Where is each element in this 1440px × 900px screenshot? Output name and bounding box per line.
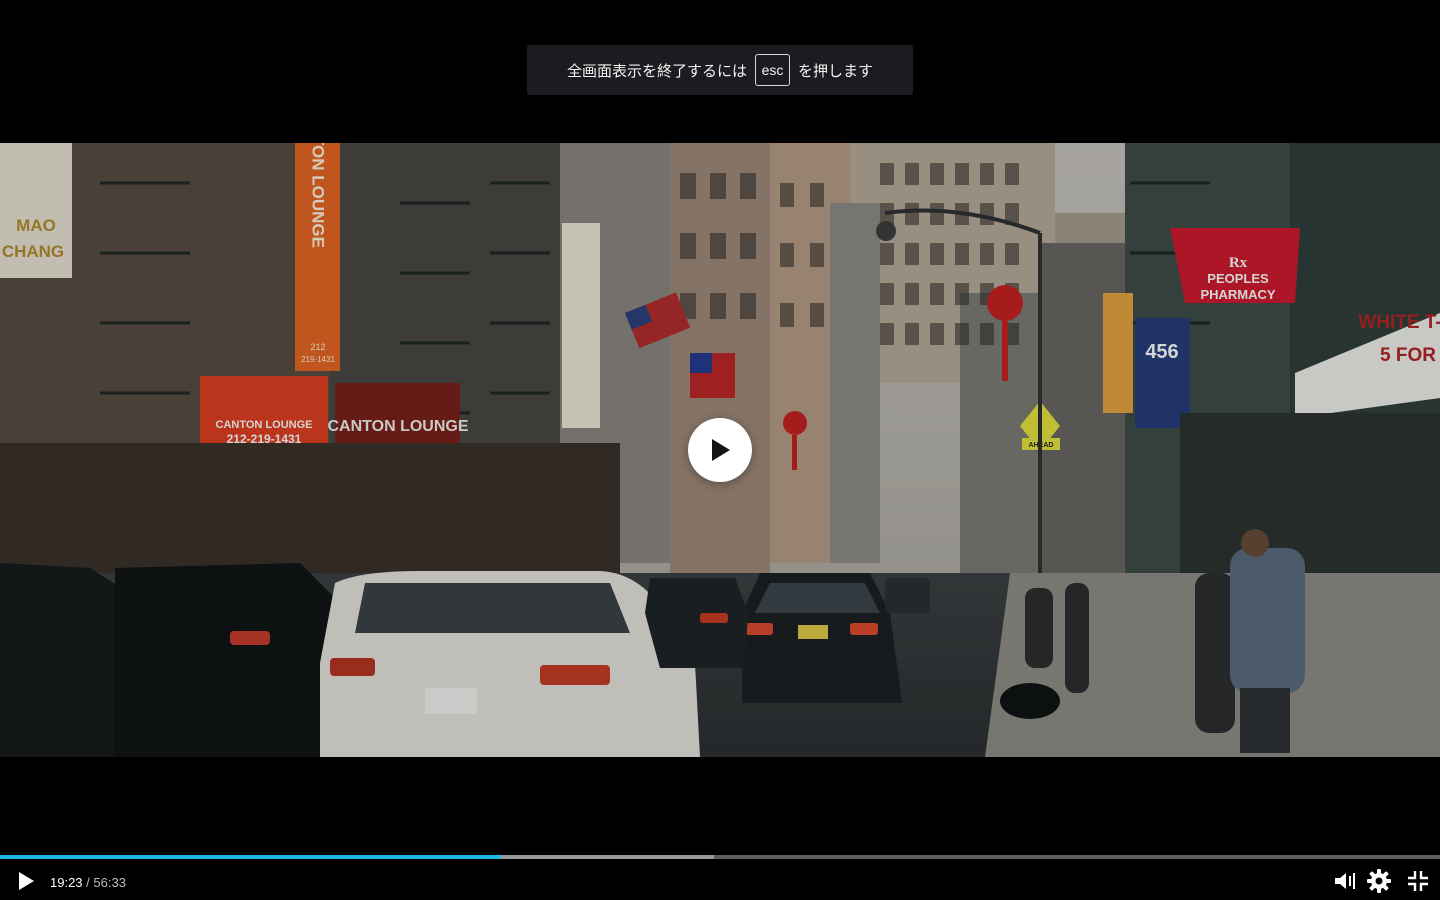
play-circle-icon (712, 439, 730, 461)
progress-bar[interactable] (0, 855, 1440, 859)
play-button[interactable] (10, 867, 42, 895)
fullscreen-exit-hint: 全画面表示を終了するには esc を押します (527, 45, 913, 95)
progress-played (0, 855, 502, 859)
video-player: 全画面表示を終了するには esc を押します MAO CHANG CANTON … (0, 0, 1440, 900)
volume-button[interactable] (1330, 867, 1362, 895)
time-separator: / (86, 875, 90, 890)
current-time: 19:23 (50, 875, 83, 890)
exit-fullscreen-icon (1408, 871, 1428, 891)
big-play-button[interactable] (688, 418, 752, 482)
play-icon (19, 872, 34, 890)
duration: 56:33 (93, 875, 126, 890)
player-controls: 19:23 / 56:33 (0, 855, 1440, 900)
exit-fullscreen-button[interactable] (1403, 867, 1433, 895)
esc-key-badge: esc (755, 54, 790, 86)
video-frame[interactable]: MAO CHANG CANTON LOUNGE 212 219-1431 CAN… (0, 143, 1440, 757)
gear-icon (1367, 869, 1391, 893)
time-display: 19:23 / 56:33 (50, 875, 126, 890)
hint-text-after: を押します (798, 61, 874, 80)
settings-button[interactable] (1363, 866, 1395, 896)
hint-text-before: 全画面表示を終了するには (566, 61, 747, 80)
volume-muted-icon (1335, 873, 1355, 889)
